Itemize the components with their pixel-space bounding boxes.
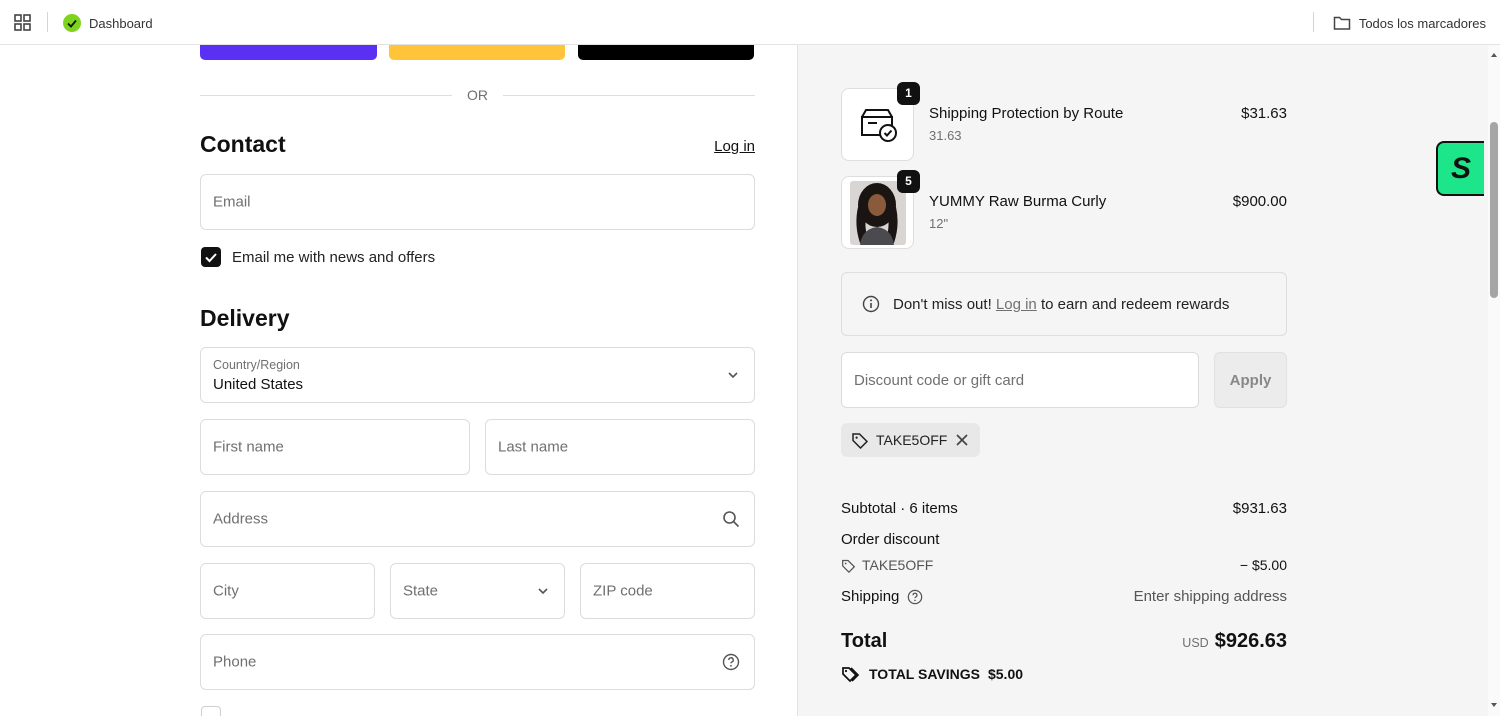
state-select[interactable]: State (390, 563, 565, 619)
bookmarks-separator (47, 12, 48, 32)
rewards-login-link[interactable]: Log in (996, 296, 1037, 313)
first-name-field[interactable]: First name (200, 419, 470, 475)
quantity-badge: 1 (897, 82, 920, 105)
page-scrollbar[interactable] (1488, 45, 1500, 716)
sms-checkbox[interactable] (201, 706, 221, 716)
subtotal-label: Subtotal · 6 items (841, 500, 958, 517)
address-field[interactable]: Address (200, 491, 755, 547)
applied-discount-chip: TAKE5OFF (841, 423, 980, 457)
savings-value: $5.00 (987, 666, 1024, 682)
last-name-placeholder: Last name (498, 438, 569, 456)
or-divider: OR (200, 87, 755, 103)
delivery-heading: Delivery (200, 305, 290, 331)
help-circle-icon[interactable] (907, 589, 923, 605)
checkmark-icon (205, 253, 217, 263)
first-name-placeholder: First name (213, 438, 284, 456)
gpay-button[interactable] (578, 45, 754, 60)
rewards-text: Don't miss out! Log in to earn and redee… (893, 296, 1229, 313)
chevron-down-icon (728, 372, 738, 379)
email-field[interactable]: Email (200, 174, 755, 230)
discount-placeholder: Discount code or gift card (854, 372, 1025, 389)
apply-discount-button[interactable]: Apply (1214, 352, 1287, 408)
rewards-banner: Don't miss out! Log in to earn and redee… (841, 272, 1287, 336)
rewards-prefix: Don't miss out! (893, 296, 992, 313)
contact-heading: Contact (200, 131, 286, 157)
applied-discount-code: TAKE5OFF (876, 432, 948, 448)
total-savings: TOTAL SAVINGS $5.00 (841, 665, 1023, 683)
floating-s-badge[interactable]: S (1436, 141, 1484, 196)
close-icon[interactable] (955, 433, 969, 447)
tag-icon (852, 433, 869, 449)
total-currency: USD (1182, 636, 1209, 650)
country-label: Country/Region (213, 358, 300, 372)
phone-field[interactable]: Phone (200, 634, 755, 690)
item-variant: 12" (929, 216, 949, 231)
discount-code-input[interactable]: Discount code or gift card (841, 352, 1199, 408)
checkout-form: OR Contact Log in Email Email me with ne… (0, 45, 797, 716)
state-placeholder: State (403, 582, 439, 600)
order-discount-code: TAKE5OFF (862, 557, 934, 573)
item-thumbnail: 5 (841, 170, 920, 249)
bookmarks-bar: Dashboard Todos los marcadores (0, 0, 1500, 45)
shipping-label: Shipping (841, 588, 900, 605)
shipping-value: Enter shipping address (1133, 588, 1287, 605)
email-placeholder: Email (213, 193, 251, 211)
scroll-down-arrow-icon[interactable] (1490, 701, 1498, 709)
shipping-row: Shipping Enter shipping address (841, 588, 1287, 605)
phone-placeholder: Phone (213, 653, 257, 671)
item-name: YUMMY Raw Burma Curly (929, 193, 1107, 210)
folder-icon (1333, 16, 1351, 30)
tag-icon (842, 559, 856, 573)
contact-login-link[interactable]: Log in (714, 138, 755, 155)
subtotal-row: Subtotal · 6 items $931.63 (841, 500, 1287, 517)
order-discount-value: − $5.00 (1239, 557, 1287, 573)
savings-label: TOTAL SAVINGS (869, 666, 980, 682)
dashboard-favicon-icon (63, 14, 81, 32)
newsletter-label: Email me with news and offers (232, 249, 436, 266)
item-thumbnail: 1 (841, 82, 920, 161)
subtotal-value: $931.63 (1232, 500, 1287, 517)
address-placeholder: Address (213, 510, 269, 528)
tags-icon (842, 667, 860, 683)
all-bookmarks-button[interactable]: Todos los marcadores (1333, 12, 1486, 34)
order-discount-label: Order discount (841, 531, 940, 548)
city-placeholder: City (213, 582, 239, 600)
country-select[interactable]: Country/Region United States (200, 347, 755, 403)
shop-pay-button[interactable] (200, 45, 377, 60)
total-label: Total (841, 630, 888, 652)
apps-grid-icon[interactable] (14, 14, 31, 31)
bookmark-dashboard[interactable]: Dashboard (63, 12, 153, 34)
total-value: $926.63 (1214, 630, 1287, 652)
country-value: United States (213, 376, 304, 393)
quantity-badge: 5 (897, 170, 920, 193)
item-variant: 31.63 (929, 128, 962, 143)
bookmarks-separator (1313, 12, 1314, 32)
all-bookmarks-label: Todos los marcadores (1358, 15, 1486, 31)
order-summary: 1 Shipping Protection by Route 31.63 $31… (797, 45, 1488, 716)
rewards-suffix: to earn and redeem rewards (1040, 296, 1230, 313)
last-name-field[interactable]: Last name (485, 419, 755, 475)
scroll-up-arrow-icon[interactable] (1490, 51, 1498, 59)
item-name: Shipping Protection by Route (929, 105, 1124, 122)
city-field[interactable]: City (200, 563, 375, 619)
help-circle-icon[interactable] (722, 653, 740, 671)
scrollbar-thumb[interactable] (1490, 122, 1498, 298)
item-price: $31.63 (1241, 105, 1287, 122)
order-discount-row: Order discount (841, 531, 1287, 548)
chevron-down-icon (538, 588, 548, 595)
newsletter-checkbox[interactable] (201, 247, 221, 267)
or-text: OR (467, 87, 488, 103)
total-amount: USD $926.63 (1182, 630, 1287, 653)
paypal-button[interactable] (389, 45, 565, 60)
item-price: $900.00 (1232, 193, 1287, 210)
zip-placeholder: ZIP code (593, 582, 653, 600)
info-icon (862, 295, 880, 313)
bookmark-dashboard-label: Dashboard (89, 15, 153, 31)
zip-field[interactable]: ZIP code (580, 563, 755, 619)
search-icon (723, 511, 740, 528)
